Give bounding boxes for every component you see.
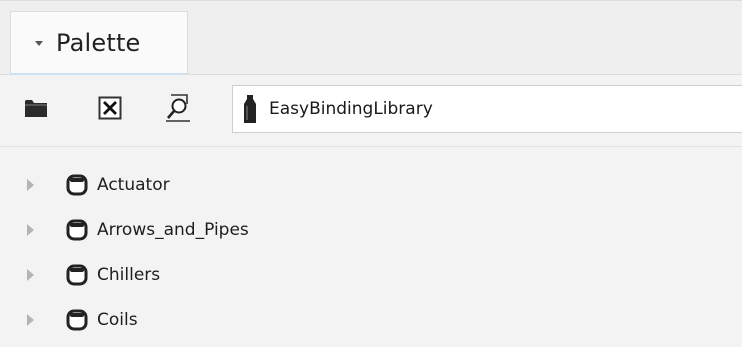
palette-tree: Actuator Arrows_and_Pipes Chillers Coils bbox=[0, 146, 742, 347]
expand-arrow-icon[interactable] bbox=[27, 224, 34, 236]
library-name: EasyBindingLibrary bbox=[269, 99, 433, 119]
tree-item-label: Actuator bbox=[97, 175, 170, 195]
tree-item-coils[interactable]: Coils bbox=[0, 304, 742, 336]
palette-panel: Palette EasyBindingLibrary Actuator Arro… bbox=[0, 0, 742, 347]
library-jar-icon bbox=[244, 95, 256, 123]
expand-arrow-icon[interactable] bbox=[27, 269, 34, 281]
module-icon bbox=[66, 309, 88, 331]
open-palette-button[interactable] bbox=[24, 96, 48, 120]
module-icon bbox=[66, 264, 88, 286]
palette-toolbar: EasyBindingLibrary bbox=[0, 76, 742, 141]
close-box-icon bbox=[98, 96, 122, 120]
expand-arrow-icon[interactable] bbox=[27, 314, 34, 326]
tree-item-actuator[interactable]: Actuator bbox=[0, 169, 742, 201]
tree-item-label: Coils bbox=[97, 310, 138, 330]
find-button[interactable] bbox=[164, 93, 192, 123]
palette-title: Palette bbox=[56, 28, 141, 57]
library-selector[interactable]: EasyBindingLibrary bbox=[232, 85, 742, 133]
tree-item-label: Chillers bbox=[97, 265, 161, 285]
close-palette-button[interactable] bbox=[97, 95, 123, 121]
module-icon bbox=[66, 174, 88, 196]
find-icon bbox=[166, 94, 190, 122]
palette-header: Palette bbox=[0, 0, 742, 75]
tree-item-label: Arrows_and_Pipes bbox=[97, 220, 249, 240]
tree-item-chillers[interactable]: Chillers bbox=[0, 259, 742, 291]
folder-icon bbox=[25, 100, 47, 117]
module-icon bbox=[66, 219, 88, 241]
caret-down-icon[interactable] bbox=[35, 41, 43, 46]
tree-item-arrows-and-pipes[interactable]: Arrows_and_Pipes bbox=[0, 214, 742, 246]
expand-arrow-icon[interactable] bbox=[27, 179, 34, 191]
palette-tab[interactable]: Palette bbox=[10, 11, 188, 75]
